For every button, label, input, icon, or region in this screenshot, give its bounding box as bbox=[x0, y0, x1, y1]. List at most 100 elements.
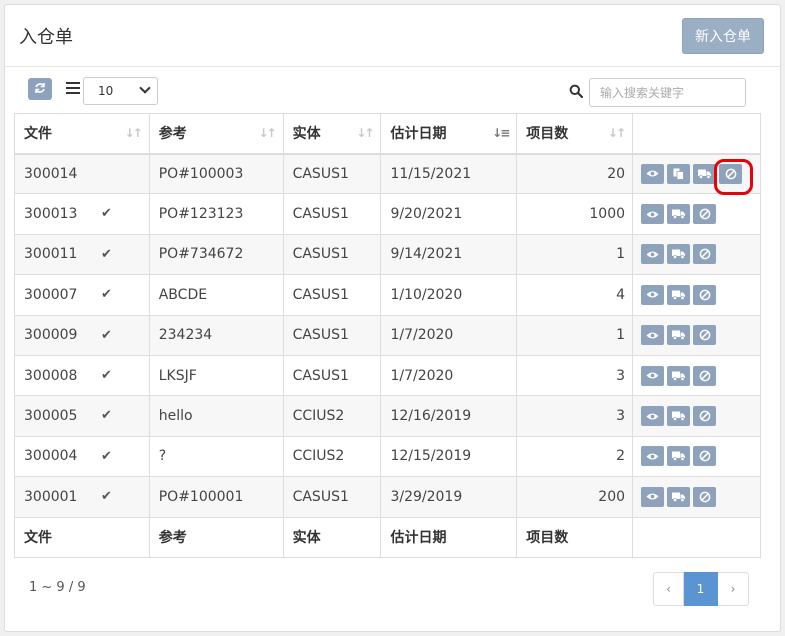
cell-count: 200 bbox=[516, 476, 634, 518]
inbound-table: 文件 ↓↑ 参考 ↓↑ 实体 ↓↑ 估计日期 ↓≡ 项目数 ↓↑ 300014 PO#100… bbox=[14, 113, 761, 558]
check-icon: ✔ bbox=[101, 448, 112, 464]
view-button[interactable] bbox=[641, 486, 665, 507]
cell-ref: ABCDE bbox=[148, 274, 284, 316]
truck-icon bbox=[672, 290, 686, 300]
cell-doc: 300004 ✔ bbox=[14, 435, 150, 478]
ship-button[interactable] bbox=[667, 284, 691, 305]
eye-icon bbox=[646, 412, 659, 421]
table-row[interactable]: 300001 ✔ PO#100001 CASUS1 3/29/2019 200 bbox=[14, 476, 761, 518]
cell-actions bbox=[632, 314, 761, 356]
check-icon: ✔ bbox=[101, 206, 112, 222]
cell-entity: CASUS1 bbox=[282, 354, 382, 397]
cancel-button[interactable] bbox=[693, 365, 717, 386]
list-menu-icon[interactable] bbox=[66, 82, 80, 94]
table-row[interactable]: 300004 ✔? CCIUS2 12/15/2019 2 bbox=[14, 435, 761, 478]
view-button[interactable] bbox=[641, 325, 665, 346]
check-icon: ✔ bbox=[101, 246, 112, 262]
page-size-select[interactable]: 10 bbox=[83, 77, 158, 105]
next-page-button[interactable]: › bbox=[718, 572, 749, 606]
copy-button[interactable] bbox=[667, 163, 691, 184]
cell-doc: 300011 ✔ bbox=[14, 233, 150, 276]
ship-button[interactable] bbox=[693, 163, 717, 184]
pagination: ‹ 1 › bbox=[653, 572, 749, 606]
col-header-date[interactable]: 估计日期 ↓≡ bbox=[380, 113, 518, 155]
page-1-button[interactable]: 1 bbox=[684, 572, 718, 606]
view-button[interactable] bbox=[641, 163, 665, 184]
cell-date: 1/7/2020 bbox=[380, 354, 518, 397]
cell-ref: ? bbox=[148, 435, 284, 478]
sort-icon: ↓↑ bbox=[258, 126, 276, 140]
ban-icon bbox=[699, 248, 711, 260]
col-header-count[interactable]: 项目数 ↓↑ bbox=[516, 113, 634, 155]
cell-count: 20 bbox=[516, 152, 634, 195]
table-row[interactable]: 300014 PO#100003 CASUS1 11/15/2021 20 bbox=[14, 152, 761, 195]
cell-doc: 300013 ✔ bbox=[14, 193, 150, 235]
cell-actions bbox=[632, 435, 761, 478]
check-icon: ✔ bbox=[101, 489, 112, 505]
table-row[interactable]: 300008 ✔ LKSJF CASUS1 1/7/2020 3 bbox=[14, 354, 761, 397]
table-footer-row: 文件 参考 实体 估计日期 项目数 bbox=[14, 516, 761, 558]
cancel-button[interactable] bbox=[693, 446, 717, 467]
ship-button[interactable] bbox=[667, 406, 691, 427]
check-icon: ✔ bbox=[101, 408, 112, 424]
view-button[interactable] bbox=[641, 244, 665, 265]
cell-ref: PO#100001 bbox=[148, 476, 284, 518]
cell-count: 2 bbox=[516, 435, 634, 478]
view-button[interactable] bbox=[641, 406, 665, 427]
cancel-button[interactable] bbox=[693, 244, 717, 265]
view-button[interactable] bbox=[641, 365, 665, 386]
cancel-button[interactable] bbox=[693, 406, 717, 427]
eye-icon bbox=[646, 331, 659, 340]
prev-page-button[interactable]: ‹ bbox=[653, 572, 684, 606]
new-inbound-button[interactable]: 新入仓单 bbox=[682, 18, 764, 54]
cell-entity: CASUS1 bbox=[282, 233, 382, 276]
col-header-entity[interactable]: 实体 ↓↑ bbox=[282, 113, 382, 155]
cell-ref: 234234 bbox=[148, 314, 284, 356]
cell-date: 12/15/2019 bbox=[380, 435, 518, 478]
table-row[interactable]: 300013 ✔ PO#123123 CASUS1 9/20/2021 1000 bbox=[14, 193, 761, 235]
cell-ref: PO#123123 bbox=[148, 193, 284, 235]
ship-button[interactable] bbox=[667, 325, 691, 346]
eye-icon bbox=[646, 210, 659, 219]
cancel-button[interactable] bbox=[693, 204, 717, 225]
cell-doc: 300007 ✔ bbox=[14, 274, 150, 316]
cell-date: 9/20/2021 bbox=[380, 193, 518, 235]
refresh-icon bbox=[35, 83, 45, 93]
ship-button[interactable] bbox=[667, 244, 691, 265]
cell-date: 3/29/2019 bbox=[380, 476, 518, 518]
col-header-ref[interactable]: 参考 ↓↑ bbox=[148, 113, 284, 155]
cell-doc: 300014 bbox=[14, 152, 150, 195]
eye-icon bbox=[646, 371, 659, 380]
ban-icon bbox=[699, 208, 711, 220]
ship-button[interactable] bbox=[667, 204, 691, 225]
cell-date: 12/16/2019 bbox=[380, 395, 518, 437]
panel-header: 入仓单 新入仓单 bbox=[5, 5, 780, 67]
eye-icon bbox=[646, 169, 659, 178]
cell-actions bbox=[632, 395, 761, 437]
cell-doc: 300008 ✔ bbox=[14, 354, 150, 397]
truck-icon bbox=[698, 169, 712, 179]
view-button[interactable] bbox=[641, 284, 665, 305]
ship-button[interactable] bbox=[667, 365, 691, 386]
eye-icon bbox=[646, 290, 659, 299]
table-row[interactable]: 300011 ✔ PO#734672 CASUS1 9/14/2021 1 bbox=[14, 233, 761, 276]
cancel-button[interactable] bbox=[693, 486, 717, 507]
col-header-doc[interactable]: 文件 ↓↑ bbox=[14, 113, 150, 155]
view-button[interactable] bbox=[641, 446, 665, 467]
pagination-info: 1 ~ 9 / 9 bbox=[29, 580, 86, 595]
search-input[interactable] bbox=[589, 78, 746, 107]
ship-button[interactable] bbox=[667, 446, 691, 467]
eye-icon bbox=[646, 250, 659, 259]
cell-count: 3 bbox=[516, 354, 634, 397]
cancel-button[interactable] bbox=[693, 325, 717, 346]
table-row[interactable]: 300009 ✔ 234234 CASUS1 1/7/2020 1 bbox=[14, 314, 761, 356]
refresh-button[interactable] bbox=[28, 78, 52, 100]
cell-ref: PO#734672 bbox=[148, 233, 284, 276]
table-row[interactable]: 300007 ✔ ABCDE CASUS1 1/10/2020 4 bbox=[14, 274, 761, 316]
cancel-button[interactable] bbox=[693, 284, 717, 305]
view-button[interactable] bbox=[641, 204, 665, 225]
page-size-value: 10 bbox=[98, 84, 114, 98]
table-row[interactable]: 300005 ✔ hello CCIUS2 12/16/2019 3 bbox=[14, 395, 761, 437]
table-header-row: 文件 ↓↑ 参考 ↓↑ 实体 ↓↑ 估计日期 ↓≡ 项目数 ↓↑ bbox=[14, 113, 761, 155]
ship-button[interactable] bbox=[667, 486, 691, 507]
